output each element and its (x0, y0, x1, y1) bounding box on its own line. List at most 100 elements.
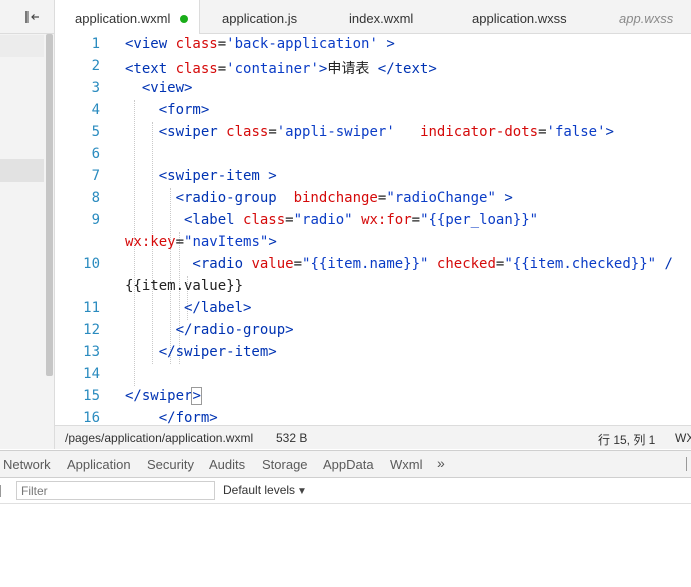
code-token-tag: </label> (125, 300, 252, 316)
code-line: <swiper-item > (125, 168, 277, 184)
line-number: 3 (91, 80, 100, 96)
code-token-tag: <swiper (125, 124, 227, 140)
file-path: /pages/application/application.wxml (65, 431, 254, 445)
devtools-tab-storage[interactable]: Storage (262, 457, 308, 472)
code-token-attr: indicator-dots (420, 124, 539, 140)
code-token-tag: <text (125, 61, 176, 77)
collapse-panel-icon[interactable] (24, 10, 40, 24)
file-tree-row-selected[interactable] (0, 159, 44, 182)
code-token-tag: <swiper-item > (125, 168, 277, 184)
code-line: </swiper-item> (125, 344, 277, 360)
code-token-plain: = (217, 61, 227, 77)
code-token-plain: = (217, 36, 227, 52)
tab-app-wxss[interactable]: app.wxss (605, 0, 691, 34)
language-mode[interactable]: WX (675, 431, 691, 445)
code-token-attr: class (226, 124, 269, 140)
code-token-tag: > (495, 190, 513, 206)
code-editor[interactable]: 1 <view class='back-application' >2 <text … (55, 34, 691, 425)
devtools-tab-application[interactable]: Application (67, 457, 131, 472)
file-tree-row[interactable] (0, 35, 44, 57)
editor-tab-bar: application.wxml application.js index.wx… (55, 0, 691, 35)
code-token-tag: / (656, 256, 673, 272)
devtools-tab-network[interactable]: Network (3, 457, 51, 472)
line-number: 6 (91, 146, 100, 162)
code-token-tag: </swiper-item> (125, 344, 277, 360)
filter-input[interactable] (16, 481, 215, 500)
devtools-tab-bar: Network Application Security Audits Stor… (0, 450, 691, 478)
line-number: 9 (91, 212, 100, 228)
code-line: <form> (125, 102, 210, 118)
tab-label: index.wxml (349, 11, 414, 26)
code-line: <view class='back-application' > (125, 36, 395, 52)
dropdown-arrow-icon: ▼ (297, 486, 307, 497)
code-token-tag: </form> (125, 410, 218, 425)
line-number: 4 (91, 102, 100, 118)
code-token-plain: = (538, 124, 547, 140)
code-token-plain: = (293, 256, 303, 272)
line-number: 7 (91, 168, 100, 184)
tab-label: application.wxml (75, 11, 171, 26)
code-token-tag: > (191, 387, 202, 405)
code-token-attr: wx:for (361, 212, 412, 228)
console-filter-bar: Default levels▼ (0, 478, 691, 504)
code-token-attr: class (243, 212, 286, 228)
line-number: 2 (91, 58, 100, 74)
code-line: </radio-group> (125, 322, 294, 338)
cursor-position[interactable]: 行 15, 列 1 (598, 431, 655, 448)
code-token-attr: wx:key (125, 234, 176, 250)
tab-label: app.wxss (619, 11, 674, 26)
code-line: <radio value="{{item.name}}" checked="{{… (125, 256, 673, 272)
code-token-plain: = (411, 212, 421, 228)
devtools-tab-security[interactable]: Security (147, 457, 194, 472)
code-line: </form> (125, 410, 218, 425)
status-bar: /pages/application/application.wxml 532 … (55, 425, 691, 449)
file-size: 532 B (276, 431, 308, 445)
double-chevron-right-icon[interactable]: » (437, 455, 445, 471)
code-line: <radio-group bindchange="radioChange" > (125, 190, 513, 206)
code-token-plain: {{item.value}} (125, 278, 244, 294)
tab-application-wxss[interactable]: application.wxss (440, 0, 605, 34)
code-token-str: "{{item.checked}}" (504, 256, 657, 272)
file-tree-scrollbar[interactable] (46, 34, 53, 376)
code-token-tag: > (377, 36, 395, 52)
code-token-str: 'back-application' (226, 36, 378, 52)
tab-application-wxml[interactable]: application.wxml (55, 0, 200, 35)
code-token-plain: = (175, 234, 185, 250)
tab-application-js[interactable]: application.js (200, 0, 325, 34)
line-number: 13 (83, 344, 100, 360)
code-token-tag: <form> (125, 102, 210, 118)
code-token-str: "navItems" (184, 234, 269, 250)
code-token-attr: bindchange (293, 190, 378, 206)
line-number: 16 (83, 410, 100, 425)
code-token-tag: </radio-group> (125, 322, 294, 338)
devtools-tab-wxml[interactable]: Wxml (390, 457, 423, 472)
code-token-attr: value (251, 256, 294, 272)
code-token-attr: class (175, 61, 218, 77)
code-line: {{item.value}} (125, 278, 243, 294)
line-number: 1 (91, 36, 100, 52)
modified-dot-icon (180, 15, 189, 23)
code-token-plain: = (285, 212, 294, 228)
code-token-tag: <radio-group (125, 190, 294, 206)
code-token-attr: checked (436, 256, 496, 272)
code-token-plain: = (268, 124, 277, 140)
file-tree-toolbar (0, 0, 54, 34)
code-token-tag: <label (125, 212, 244, 228)
code-token-str: 'appli-swiper' (276, 124, 395, 140)
devtools-tab-appdata[interactable]: AppData (323, 457, 374, 472)
code-line: <label class="radio" wx:for="{{per_loan}… (125, 212, 538, 228)
log-levels-dropdown[interactable]: Default levels ▼ (223, 483, 307, 497)
code-line: </swiper> (125, 387, 202, 405)
tab-index-wxml[interactable]: index.wxml (325, 0, 440, 34)
line-number: 14 (83, 366, 100, 382)
code-token-str: "{{per_loan}}" (420, 212, 539, 228)
code-line: wx:key="navItems"> (125, 234, 277, 250)
code-token-attr: class (175, 36, 218, 52)
code-token-str: 'false' (546, 124, 606, 140)
code-token-str: "radioChange" (386, 190, 496, 206)
code-token-tag: > (605, 124, 614, 140)
devtools-tab-audits[interactable]: Audits (209, 457, 245, 472)
